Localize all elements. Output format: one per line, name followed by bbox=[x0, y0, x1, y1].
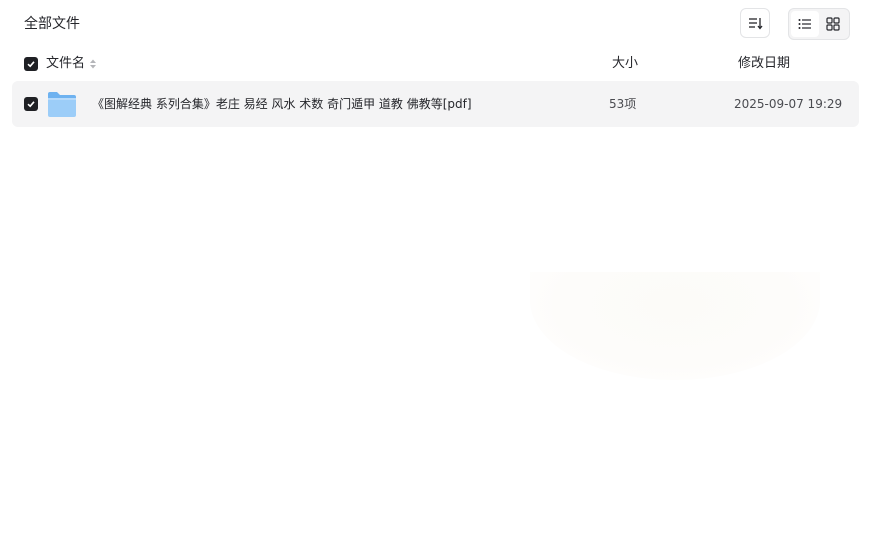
file-browser: 全部文件 文件名 大小 修改日期 《图解经典 系列合集》老庄 易经 风水 术数 … bbox=[0, 0, 874, 538]
view-toggle bbox=[788, 8, 850, 40]
column-header-size[interactable]: 大小 bbox=[612, 55, 638, 73]
sort-button[interactable] bbox=[740, 8, 770, 38]
row-checkbox[interactable] bbox=[24, 97, 38, 111]
table-header: 文件名 大小 修改日期 bbox=[0, 50, 874, 78]
check-icon bbox=[27, 61, 35, 68]
column-name-label: 文件名 bbox=[46, 56, 86, 71]
column-header-date[interactable]: 修改日期 bbox=[738, 55, 790, 73]
top-bar: 全部文件 bbox=[0, 0, 874, 48]
grid-view-icon bbox=[826, 17, 840, 31]
select-all-checkbox[interactable] bbox=[24, 57, 38, 71]
list-view-icon bbox=[798, 19, 811, 29]
sort-toggle-icon bbox=[89, 58, 97, 70]
file-name[interactable]: 《图解经典 系列合集》老庄 易经 风水 术数 奇门遁甲 道教 佛教等[pdf] bbox=[92, 95, 472, 113]
breadcrumb[interactable]: 全部文件 bbox=[24, 14, 80, 34]
column-header-name[interactable]: 文件名 bbox=[46, 55, 97, 73]
list-view-button[interactable] bbox=[791, 11, 819, 37]
background-decoration bbox=[530, 272, 820, 380]
table-row[interactable]: 《图解经典 系列合集》老庄 易经 风水 术数 奇门遁甲 道教 佛教等[pdf] … bbox=[12, 81, 859, 127]
folder-icon bbox=[48, 92, 76, 117]
grid-view-button[interactable] bbox=[819, 11, 847, 37]
file-size: 53项 bbox=[609, 97, 637, 111]
file-modified-date: 2025-09-07 19:29 bbox=[734, 97, 843, 111]
sort-icon bbox=[749, 18, 763, 30]
check-icon bbox=[27, 101, 35, 108]
